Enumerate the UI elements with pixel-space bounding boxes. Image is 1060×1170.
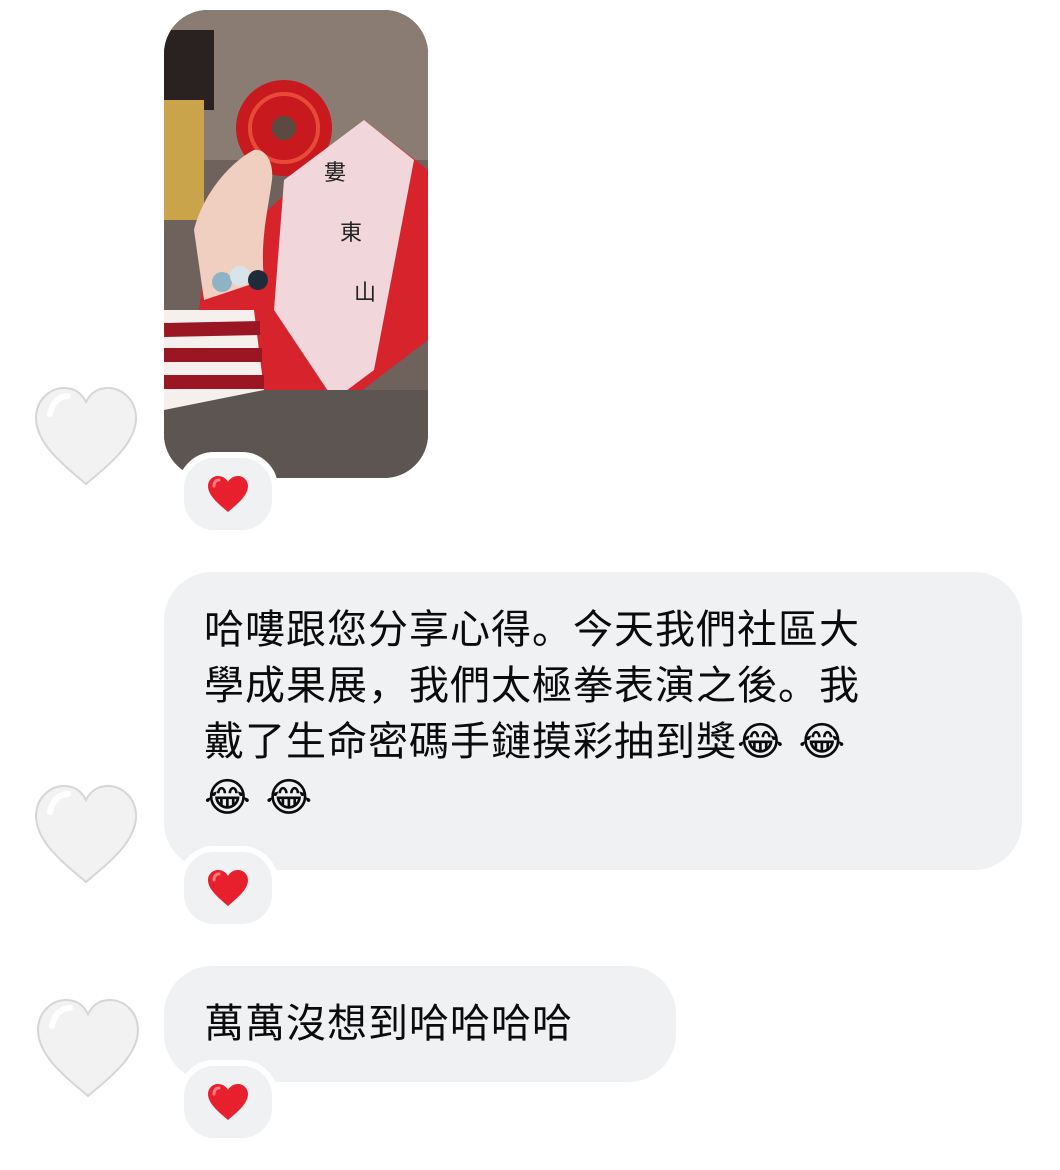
message-line: 戴了生命密碼手鏈摸彩抽到獎😂 😂	[204, 719, 847, 765]
red-heart-icon	[208, 870, 248, 906]
white-heart-icon	[34, 784, 138, 884]
sender-avatar[interactable]	[30, 782, 142, 886]
photo-red-envelope-wrist-icon: 婁 東 山	[164, 10, 428, 478]
message-line: 😂 😂	[204, 775, 314, 821]
white-heart-icon	[36, 998, 140, 1098]
photo-text-big-3: 山	[354, 281, 376, 306]
red-heart-icon	[208, 476, 248, 512]
red-heart-icon	[208, 1084, 248, 1120]
sender-avatar[interactable]	[32, 996, 144, 1100]
message-reaction[interactable]	[178, 452, 278, 536]
shared-photo[interactable]: 婁 東 山	[164, 10, 428, 478]
chat-thread: 婁 東 山 哈嘍跟您分享心得。今天我們社區大 學成果展，我們太極拳表演之後。我 …	[0, 0, 1060, 1170]
message-bubble[interactable]: 哈嘍跟您分享心得。今天我們社區大 學成果展，我們太極拳表演之後。我 戴了生命密碼…	[164, 572, 1022, 870]
message-line: 學成果展，我們太極拳表演之後。我	[204, 663, 860, 709]
message-line: 哈嘍跟您分享心得。今天我們社區大	[204, 607, 860, 653]
message-reaction[interactable]	[178, 1060, 278, 1144]
message-reaction[interactable]	[178, 846, 278, 930]
photo-text-big-2: 東	[340, 221, 362, 246]
message-text: 萬萬沒想到哈哈哈哈	[204, 1001, 573, 1047]
white-heart-icon	[34, 386, 138, 486]
photo-text-big-1: 婁	[324, 161, 346, 186]
sender-avatar[interactable]	[30, 384, 142, 488]
